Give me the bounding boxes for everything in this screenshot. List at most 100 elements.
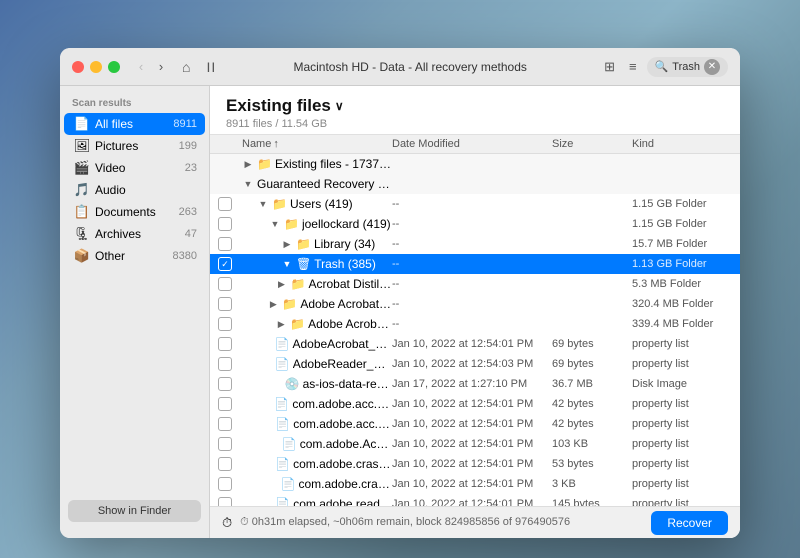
sidebar-item-archives[interactable]: 🗜 Archives 47 xyxy=(64,223,205,245)
pictures-count: 199 xyxy=(173,140,197,152)
trash-label: Trash xyxy=(672,61,700,73)
search-icon: 🔍 xyxy=(655,60,669,73)
table-row[interactable]: 📄 com.adobe.reader...ebResource.plist Ja… xyxy=(210,494,740,506)
dropdown-arrow-icon[interactable]: ∨ xyxy=(335,99,344,113)
table-row[interactable]: 📄 com.adobe.acc.H...ller.Renderer.plist … xyxy=(210,414,740,434)
file-list: ▶ 📁 Existing files - 1737 files / 2.04 G… xyxy=(210,154,740,506)
table-row[interactable]: 📄 com.adobe.acc.A...CreativeCloud.plist … xyxy=(210,394,740,414)
file-checkbox[interactable] xyxy=(218,237,232,251)
table-row[interactable]: 📄 com.adobe.crashreporter.plist Jan 10, … xyxy=(210,474,740,494)
expand-arrow[interactable]: ▶ xyxy=(276,278,288,290)
file-name-cell: ▶ 📁 Adobe Acrobat.app (227) xyxy=(242,317,392,331)
expand-arrow[interactable]: ▶ xyxy=(267,298,279,310)
sidebar-item-pictures[interactable]: 🖼 Pictures 199 xyxy=(64,135,205,157)
sort-button[interactable]: ≡ xyxy=(625,57,641,76)
expand-arrow[interactable]: ▼ xyxy=(257,198,269,210)
file-checkbox[interactable] xyxy=(218,477,232,491)
table-row[interactable]: 📄 com.adobe.crashr_1F8545130C.plist Jan … xyxy=(210,454,740,474)
pictures-label: Pictures xyxy=(95,139,168,153)
file-checkbox[interactable] xyxy=(218,197,232,211)
file-name-cell: 💿 as-ios-data-recovery.dmg xyxy=(242,377,392,391)
name-column-header[interactable]: Name ↑ xyxy=(242,138,392,150)
statusbar: ⏱ ⏱ 0h31m elapsed, ~0h06m remain, block … xyxy=(210,506,740,538)
size-column-header: Size xyxy=(552,138,632,150)
sidebar-item-all-files[interactable]: 📄 All files 8911 xyxy=(64,113,205,135)
file-checkbox[interactable] xyxy=(218,377,232,391)
file-checkbox[interactable] xyxy=(218,317,232,331)
toolbar-right: ⊞ ≡ 🔍 Trash ✕ xyxy=(600,57,728,77)
file-checkbox[interactable] xyxy=(218,397,232,411)
file-checkbox[interactable] xyxy=(218,337,232,351)
sidebar-item-other[interactable]: 📦 Other 8380 xyxy=(64,245,205,267)
file-checkbox[interactable] xyxy=(218,277,232,291)
sidebar-item-audio[interactable]: 🎵 Audio xyxy=(64,179,205,201)
table-row[interactable]: ▼ 📁 joellockard (419) -- 1.15 GB Folder xyxy=(210,214,740,234)
view-toggle-button[interactable]: ⊞ xyxy=(600,57,619,77)
file-checkbox[interactable] xyxy=(218,457,232,471)
file-name-cell: 📄 com.adobe.acc.A...CreativeCloud.plist xyxy=(242,397,392,411)
panel-header: Existing files ∨ 8911 files / 11.54 GB xyxy=(210,86,740,135)
table-row[interactable]: ▼ 🗑 Trash (385) -- 1.13 GB Folder xyxy=(210,254,740,274)
recover-button[interactable]: Recover xyxy=(651,511,728,535)
table-row[interactable]: ▼ 📁 Users (419) -- 1.15 GB Folder xyxy=(210,194,740,214)
file-name-cell: 📄 AdobeAcrobat_D...91F8545130C.plist xyxy=(242,337,392,351)
sidebar-item-video[interactable]: 🎬 Video 23 xyxy=(64,157,205,179)
table-row[interactable]: ▶ 📁 Acrobat Distiller.app (10) -- 5.3 MB… xyxy=(210,274,740,294)
expand-arrow[interactable]: ▶ xyxy=(242,158,254,170)
file-checkbox[interactable] xyxy=(218,297,232,311)
close-button[interactable] xyxy=(72,61,84,73)
archives-icon: 🗜 xyxy=(74,226,90,242)
pause-button[interactable]: II xyxy=(202,57,220,77)
main-panel: Existing files ∨ 8911 files / 11.54 GB N… xyxy=(210,86,740,538)
kind-column-header: Kind xyxy=(632,138,732,150)
table-row[interactable]: 📄 AdobeAcrobat_D...91F8545130C.plist Jan… xyxy=(210,334,740,354)
table-row[interactable]: ▶ 📁 Adobe Acrobat Reader DC.app (123) --… xyxy=(210,294,740,314)
file-name-cell: ▼ 🗑 Trash (385) xyxy=(242,257,392,271)
sidebar: Scan results 📄 All files 8911 🖼 Pictures… xyxy=(60,86,210,538)
panel-title: Existing files ∨ xyxy=(226,96,724,116)
clear-search-button[interactable]: ✕ xyxy=(704,59,720,75)
documents-icon: 📋 xyxy=(74,204,90,220)
show-in-finder-button[interactable]: Show in Finder xyxy=(68,500,201,522)
file-name-cell: 📄 AdobeReader_D8...1F8545130C.plist xyxy=(242,357,392,371)
file-checkbox[interactable] xyxy=(218,357,232,371)
table-row[interactable]: 📄 AdobeReader_D8...1F8545130C.plist Jan … xyxy=(210,354,740,374)
forward-button[interactable]: › xyxy=(152,58,170,76)
file-name-cell: ▶ 📁 Acrobat Distiller.app (10) xyxy=(242,277,392,291)
file-name-cell: ▶ 📁 Adobe Acrobat Reader DC.app (123) xyxy=(242,297,392,311)
home-button[interactable]: ⌂ xyxy=(178,57,194,77)
file-checkbox[interactable] xyxy=(218,437,232,451)
all-files-label: All files xyxy=(95,117,168,131)
maximize-button[interactable] xyxy=(108,61,120,73)
documents-label: Documents xyxy=(95,205,168,219)
nav-arrows: ‹ › xyxy=(132,58,170,76)
table-row[interactable]: ▶ 📁 Library (34) -- 15.7 MB Folder xyxy=(210,234,740,254)
table-row[interactable]: 💿 as-ios-data-recovery.dmg Jan 17, 2022 … xyxy=(210,374,740,394)
file-name-cell: ▼ 📁 joellockard (419) xyxy=(242,217,392,231)
expand-arrow[interactable]: ▼ xyxy=(242,178,254,190)
table-row[interactable]: 📄 com.adobe.Acrobat.Pro.plist Jan 10, 20… xyxy=(210,434,740,454)
scan-results-label: Scan results xyxy=(60,94,209,113)
audio-icon: 🎵 xyxy=(74,182,90,198)
sidebar-item-documents[interactable]: 📋 Documents 263 xyxy=(64,201,205,223)
back-button[interactable]: ‹ xyxy=(132,58,150,76)
file-checkbox[interactable] xyxy=(218,217,232,231)
all-files-count: 8911 xyxy=(173,118,197,130)
file-name-cell: 📄 com.adobe.crashr_1F8545130C.plist xyxy=(242,457,392,471)
file-checkbox[interactable] xyxy=(218,417,232,431)
file-checkbox[interactable] xyxy=(218,257,232,271)
expand-arrow[interactable]: ▶ xyxy=(275,318,287,330)
expand-arrow[interactable]: ▼ xyxy=(269,218,281,230)
minimize-button[interactable] xyxy=(90,61,102,73)
video-icon: 🎬 xyxy=(74,160,90,176)
expand-arrow[interactable]: ▼ xyxy=(281,258,293,270)
file-checkbox[interactable] xyxy=(218,497,232,506)
titlebar: ‹ › ⌂ II Macintosh HD - Data - All recov… xyxy=(60,48,740,86)
file-name-cell: 📄 com.adobe.crashreporter.plist xyxy=(242,477,392,491)
clock-icon: ⏱ xyxy=(222,515,232,531)
expand-arrow[interactable]: ▶ xyxy=(281,238,293,250)
table-row[interactable]: ▶ 📁 Existing files - 1737 files / 2.04 G… xyxy=(210,154,740,174)
table-row[interactable]: ▼ Guaranteed Recovery - 416 files / 1.15… xyxy=(210,174,740,194)
other-icon: 📦 xyxy=(74,248,90,264)
table-row[interactable]: ▶ 📁 Adobe Acrobat.app (227) -- 339.4 MB … xyxy=(210,314,740,334)
